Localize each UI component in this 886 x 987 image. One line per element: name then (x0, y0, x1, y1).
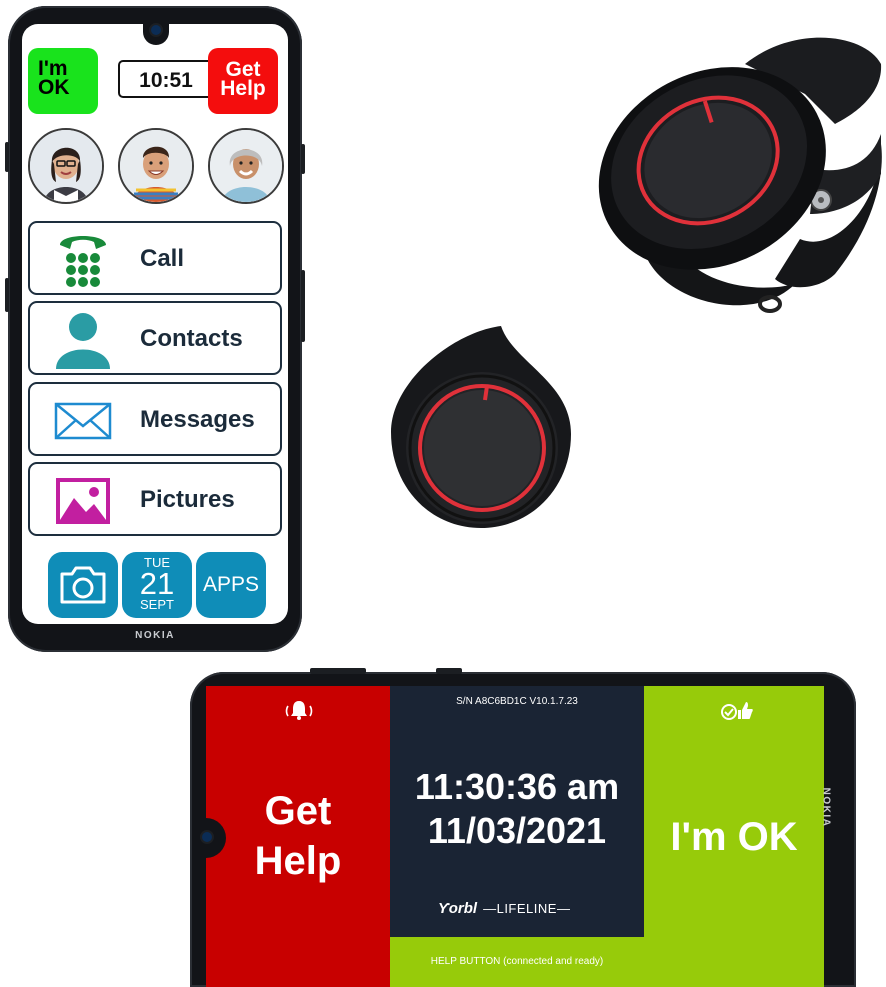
landscape-phone: Get Help S/N A8C6BD1C V10.1.7.23 11:30:3… (190, 668, 856, 987)
phone-keypad-icon (52, 231, 114, 287)
contacts-button[interactable]: Contacts (28, 301, 282, 375)
wristband-help-button (598, 37, 882, 313)
logo-mark-icon: Ƴ (438, 900, 449, 917)
calendar-day: 21 (139, 566, 175, 601)
connection-status: HELP BUTTON (connected and ready) (390, 937, 644, 987)
pictures-label: Pictures (140, 486, 235, 513)
camera-icon (60, 566, 106, 604)
call-label: Call (140, 245, 185, 272)
phone-brand: NOKIA (135, 630, 175, 641)
call-button[interactable]: Call (28, 221, 282, 295)
camera-button[interactable] (48, 552, 118, 618)
contact-avatar-2[interactable] (118, 128, 194, 204)
favorite-contacts (28, 128, 288, 208)
phone-brand: NOKIA (820, 787, 832, 828)
phone-top-button (436, 668, 462, 674)
logo-subtitle: —LIFELINE— (483, 901, 571, 916)
young-man-avatar-icon (120, 130, 192, 202)
messages-label: Messages (140, 406, 255, 433)
pendant-help-button (391, 326, 571, 528)
woman-with-glasses-avatar-icon (30, 130, 102, 202)
bottom-tiles: TUE 21 SEPT APPS (22, 552, 288, 618)
calendar-month: SEPT (140, 597, 174, 612)
person-icon (52, 311, 114, 369)
phone-side-button (301, 270, 305, 342)
pictures-button[interactable]: Pictures (28, 462, 282, 536)
portrait-phone: I'm OK 10:51 Get Help Call Contacts Mess… (5, 6, 305, 652)
phone-side-button (5, 278, 9, 312)
corner-accent (872, 0, 886, 14)
lifeline-screen: Get Help S/N A8C6BD1C V10.1.7.23 11:30:3… (206, 686, 824, 987)
status-row: I'm OK 10:51 Get Help (28, 46, 278, 116)
lifeline-logo: Ƴorbl —LIFELINE— (438, 900, 570, 918)
current-date: 11/03/2021 (427, 810, 607, 851)
im-ok-panel[interactable]: I'm OK (644, 686, 824, 987)
apps-button[interactable]: APPS (196, 552, 266, 618)
front-camera (143, 19, 169, 45)
logo-brand: orbl (448, 900, 478, 917)
serial-number: S/N A8C6BD1C V10.1.7.23 (456, 696, 578, 707)
clock-display: 10:51 (118, 60, 214, 98)
envelope-icon (52, 392, 114, 448)
get-help-label: Get Help (254, 789, 342, 883)
phone-top-button (310, 668, 366, 674)
get-help-button[interactable]: Get Help (208, 48, 278, 114)
current-time: 11:30:36 am (414, 766, 620, 807)
messages-button[interactable]: Messages (28, 382, 282, 456)
alarm-bell-icon (285, 701, 313, 720)
phone-side-button (301, 144, 305, 174)
picture-icon (52, 472, 114, 528)
portrait-screen: I'm OK 10:51 Get Help Call Contacts Mess… (22, 24, 288, 624)
im-ok-button[interactable]: I'm OK (28, 48, 98, 114)
phone-side-button (5, 142, 9, 172)
contacts-label: Contacts (140, 325, 243, 352)
thumbs-up-check-icon (721, 702, 753, 720)
contact-avatar-3[interactable] (208, 128, 284, 204)
calendar-button[interactable]: TUE 21 SEPT (122, 552, 192, 618)
im-ok-label: I'm OK (670, 815, 798, 859)
older-woman-avatar-icon (210, 130, 282, 202)
status-panel: S/N A8C6BD1C V10.1.7.23 11:30:36 am 11/0… (390, 686, 644, 987)
contact-avatar-1[interactable] (28, 128, 104, 204)
get-help-panel[interactable]: Get Help (206, 686, 390, 987)
